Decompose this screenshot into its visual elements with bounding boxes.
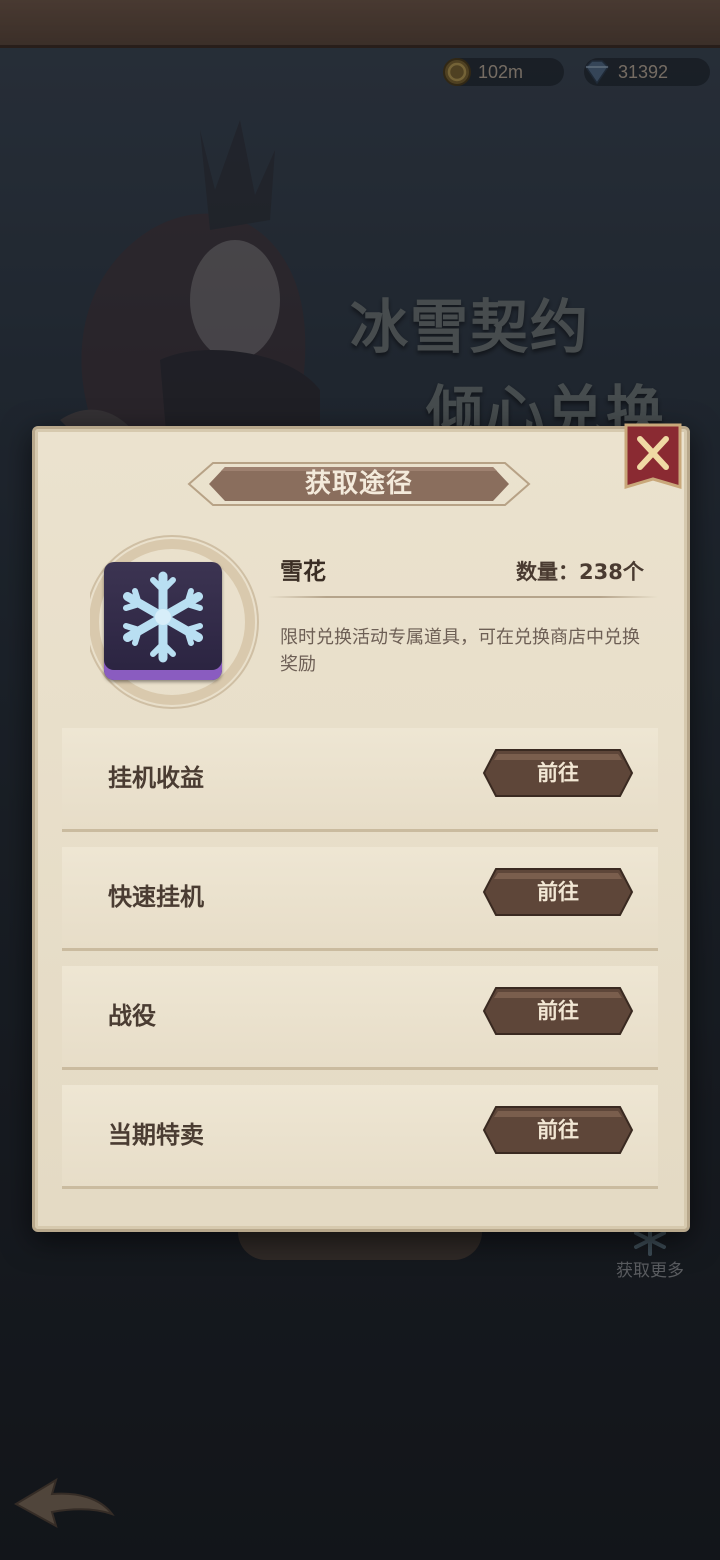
source-row-fast-idle: 快速挂机 前往 <box>62 847 658 951</box>
item-description: 限时兑换活动专属道具，可在兑换商店中兑换奖励 <box>280 627 640 675</box>
source-row-idle-income: 挂机收益 前往 <box>62 728 658 832</box>
go-button[interactable]: 前往 <box>482 748 634 798</box>
go-button[interactable]: 前往 <box>482 986 634 1036</box>
go-button-label: 前往 <box>537 999 579 1023</box>
go-button[interactable]: 前往 <box>482 1105 634 1155</box>
close-button[interactable] <box>624 423 682 493</box>
source-row-current-sale: 当期特卖 前往 <box>62 1085 658 1189</box>
snowflake-icon <box>123 571 203 663</box>
modal-title: 获取途径 <box>304 469 413 499</box>
go-button-label: 前往 <box>537 761 579 785</box>
source-label: 挂机收益 <box>108 764 204 792</box>
source-label: 战役 <box>108 1002 156 1030</box>
source-label: 当期特卖 <box>108 1121 204 1149</box>
go-button-label: 前往 <box>537 1118 579 1142</box>
source-label: 快速挂机 <box>108 883 204 911</box>
item-divider <box>268 596 658 598</box>
item-count: 数量：238个 <box>516 560 644 584</box>
source-row-campaign: 战役 前往 <box>62 966 658 1070</box>
item-icon[interactable] <box>104 562 222 680</box>
item-name: 雪花 <box>280 559 326 585</box>
go-button-label: 前往 <box>537 880 579 904</box>
go-button[interactable]: 前往 <box>482 867 634 917</box>
